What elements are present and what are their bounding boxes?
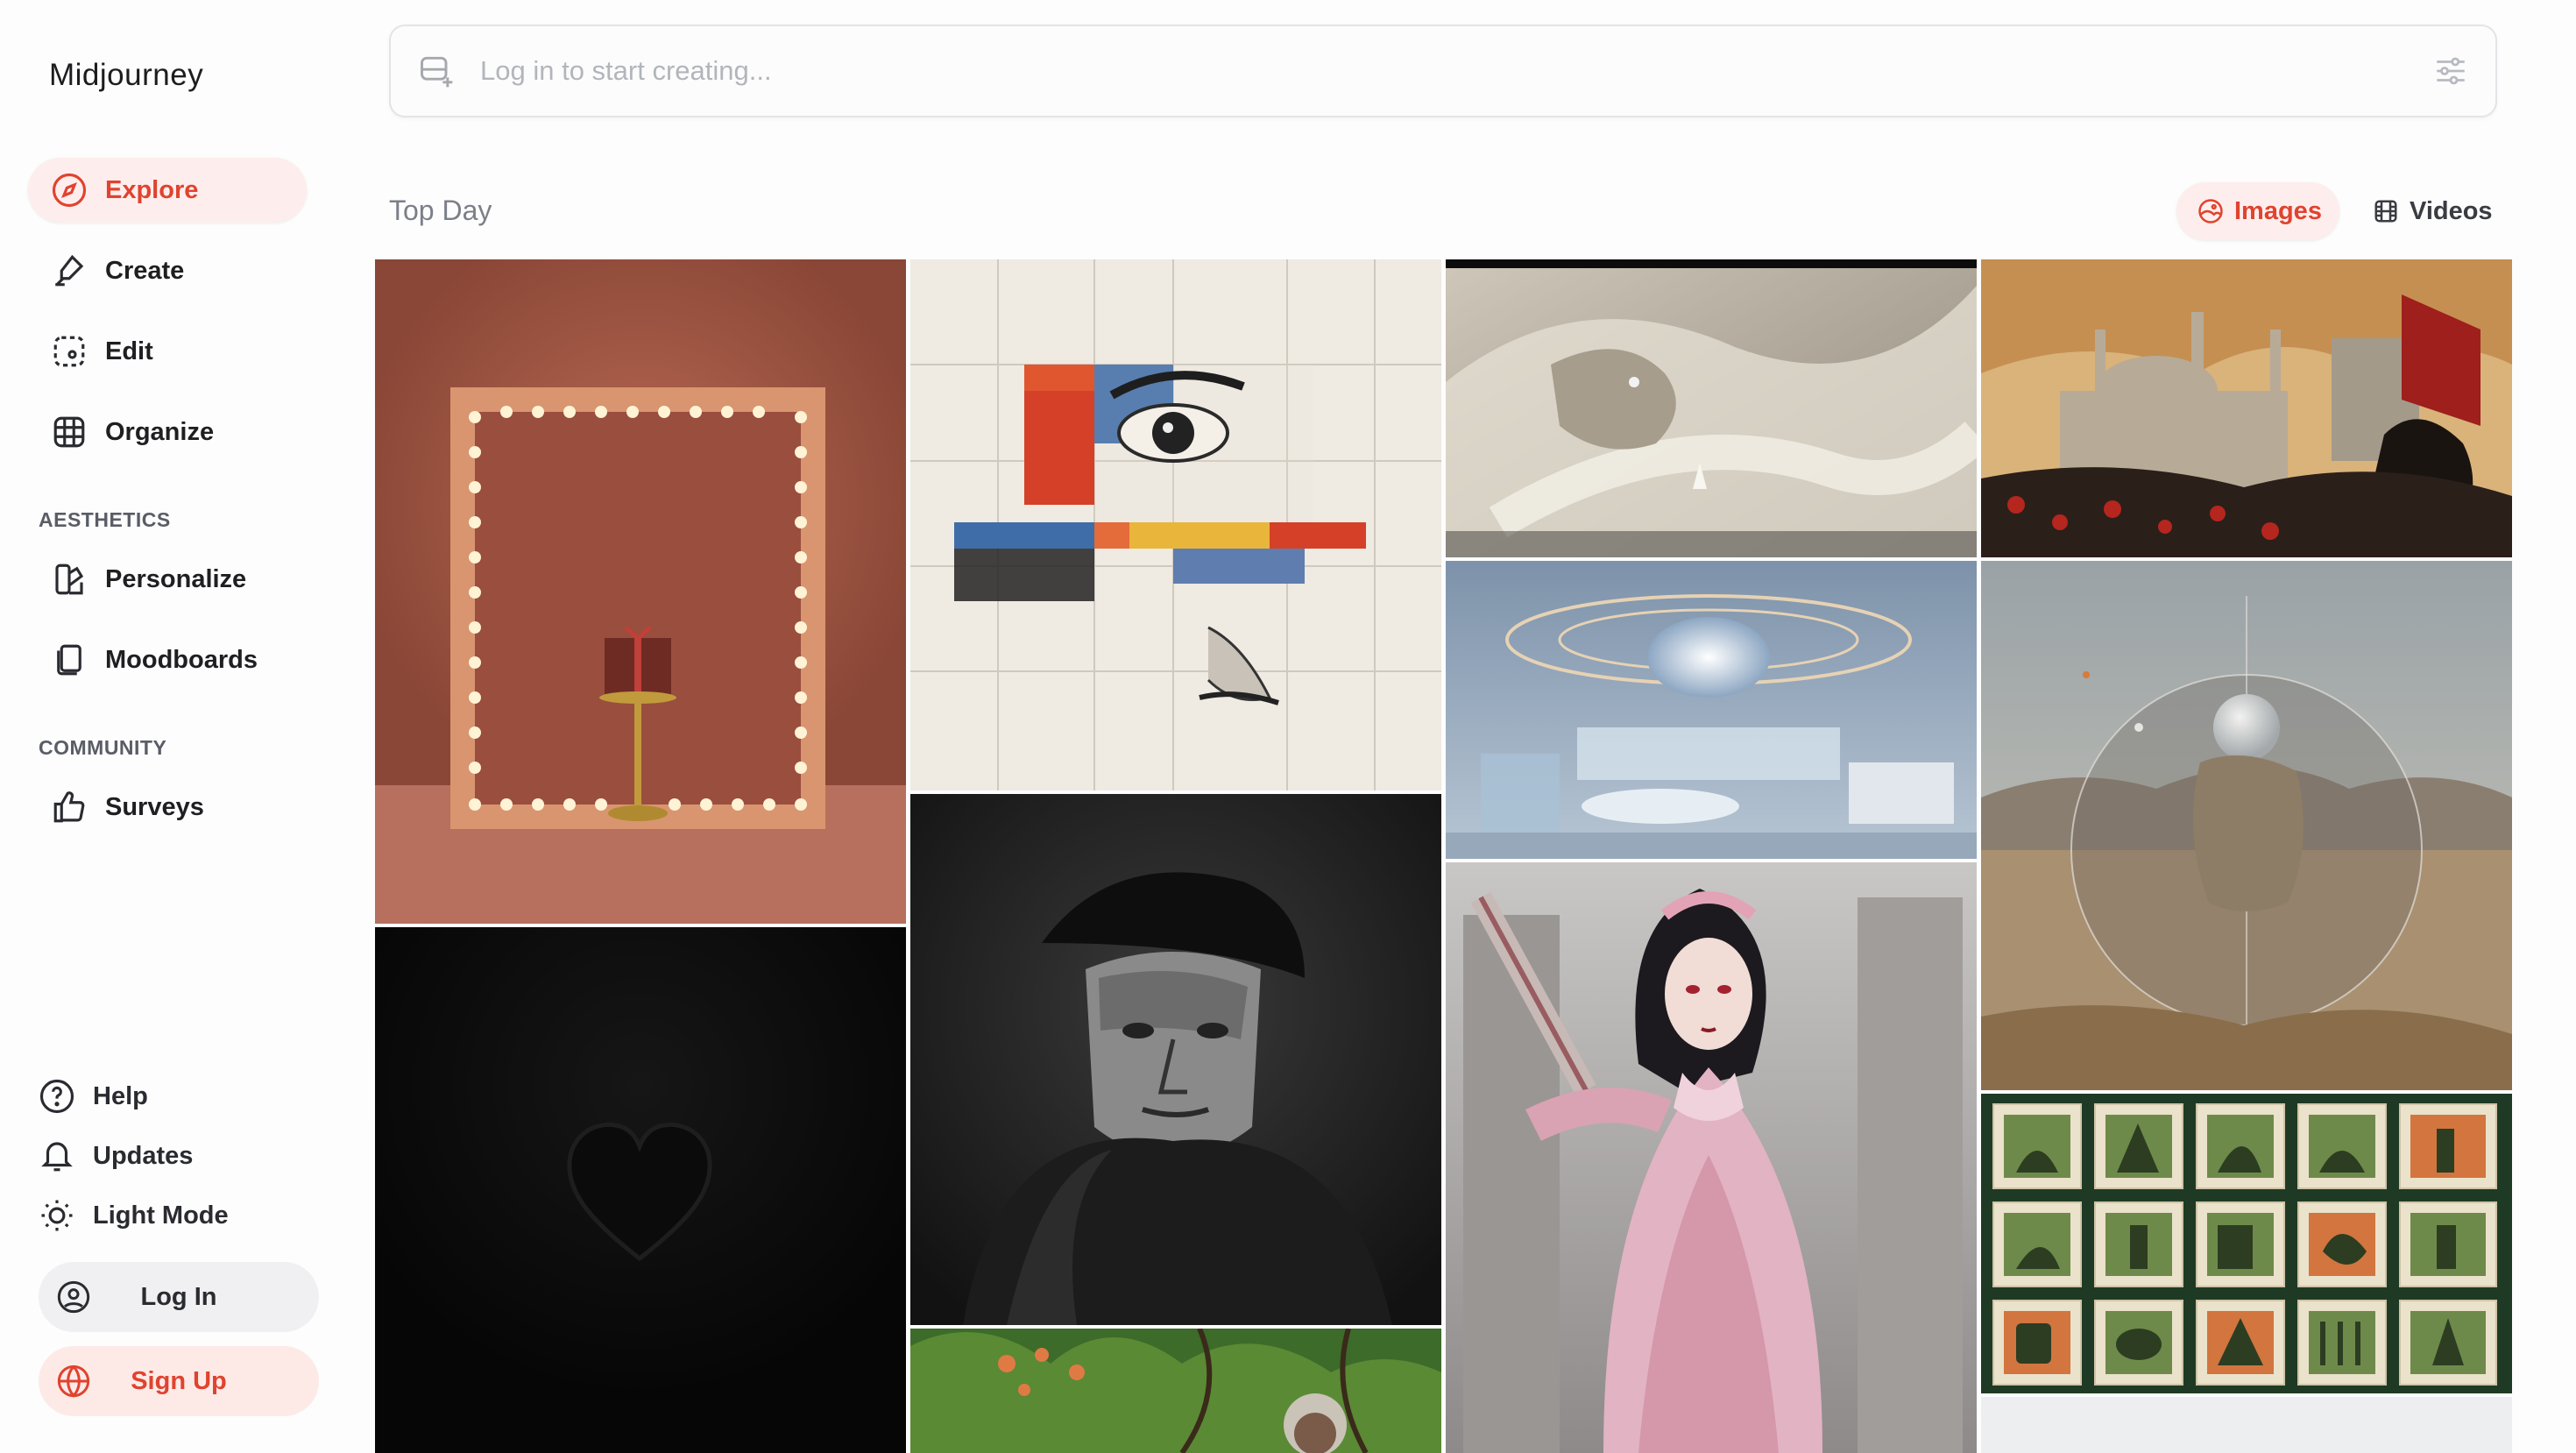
- section-aesthetics: AESTHETICS: [39, 508, 171, 531]
- dashed-square-icon: [51, 333, 88, 370]
- gallery-image-gothic-girl[interactable]: [1446, 862, 1977, 1453]
- videos-tab-label: Videos: [2410, 196, 2493, 225]
- section-community: COMMUNITY: [39, 736, 167, 759]
- gallery-image-dragon[interactable]: [1446, 259, 1977, 557]
- light-mode-label: Light Mode: [93, 1201, 229, 1230]
- nav-organize[interactable]: Organize: [28, 400, 307, 464]
- gallery-image-jungle[interactable]: [910, 1329, 1441, 1453]
- stacked-cards-icon: [51, 641, 88, 678]
- sign-up-label: Sign Up: [131, 1366, 227, 1395]
- images-tab-label: Images: [2234, 196, 2322, 225]
- question-circle-icon: [39, 1078, 75, 1115]
- film-icon: [2373, 198, 2399, 224]
- user-circle-icon: [54, 1278, 93, 1316]
- updates-label: Updates: [93, 1141, 194, 1170]
- prompt-bar[interactable]: [389, 25, 2497, 117]
- gallery-image-partial[interactable]: [1981, 1397, 2512, 1453]
- gallery-image-stamps[interactable]: [1981, 1094, 2512, 1393]
- help-link[interactable]: Help: [39, 1072, 148, 1121]
- nav-moodboards[interactable]: Moodboards: [28, 627, 307, 692]
- gallery-image-portrait-charcoal[interactable]: [910, 794, 1441, 1325]
- help-label: Help: [93, 1081, 148, 1110]
- prompt-input[interactable]: [478, 54, 2432, 88]
- image-icon: [2197, 198, 2224, 224]
- images-tab[interactable]: Images: [2176, 182, 2339, 240]
- gallery-image-eye-collage[interactable]: [910, 259, 1441, 790]
- globe-icon: [54, 1362, 93, 1400]
- nav-personalize[interactable]: Personalize: [28, 547, 307, 612]
- sun-icon: [39, 1197, 75, 1234]
- log-in-label: Log In: [140, 1282, 217, 1311]
- light-mode-toggle[interactable]: Light Mode: [39, 1191, 229, 1240]
- bell-icon: [39, 1138, 75, 1174]
- sliders-icon[interactable]: [2432, 53, 2469, 89]
- nav-create-label: Create: [105, 256, 185, 285]
- thumbs-up-icon: [51, 789, 88, 826]
- log-in-button[interactable]: Log In: [39, 1262, 319, 1332]
- grid-icon: [51, 414, 88, 450]
- nav-organize-label: Organize: [105, 417, 215, 446]
- palette-icon: [51, 561, 88, 598]
- gallery-image-marquee-frame[interactable]: [375, 259, 906, 924]
- nav-explore-label: Explore: [105, 175, 199, 204]
- nav-moodboards-label: Moodboards: [105, 645, 258, 674]
- gallery-image-futuristic-hall[interactable]: [1446, 561, 1977, 859]
- brand-logo[interactable]: Midjourney: [49, 58, 203, 93]
- sidebar: Midjourney Explore Create Edit Organize …: [0, 0, 350, 1453]
- updates-link[interactable]: Updates: [39, 1131, 193, 1180]
- compass-icon: [51, 172, 88, 209]
- nav-edit-label: Edit: [105, 337, 153, 365]
- image-plus-icon[interactable]: [417, 52, 456, 90]
- feed-heading: Top Day: [389, 195, 492, 226]
- brush-icon: [51, 252, 88, 289]
- gallery-image-desert-sphere[interactable]: [1981, 561, 2512, 1090]
- videos-tab[interactable]: Videos: [2352, 182, 2501, 240]
- nav-explore[interactable]: Explore: [28, 158, 307, 223]
- gallery-image-dark-heart[interactable]: [375, 927, 906, 1453]
- nav-personalize-label: Personalize: [105, 564, 247, 593]
- gallery-image-castle-battle[interactable]: [1981, 259, 2512, 557]
- nav-surveys-label: Surveys: [105, 792, 204, 821]
- nav-edit[interactable]: Edit: [28, 319, 307, 384]
- sign-up-button[interactable]: Sign Up: [39, 1346, 319, 1416]
- nav-surveys[interactable]: Surveys: [28, 775, 307, 840]
- nav-create[interactable]: Create: [28, 238, 307, 303]
